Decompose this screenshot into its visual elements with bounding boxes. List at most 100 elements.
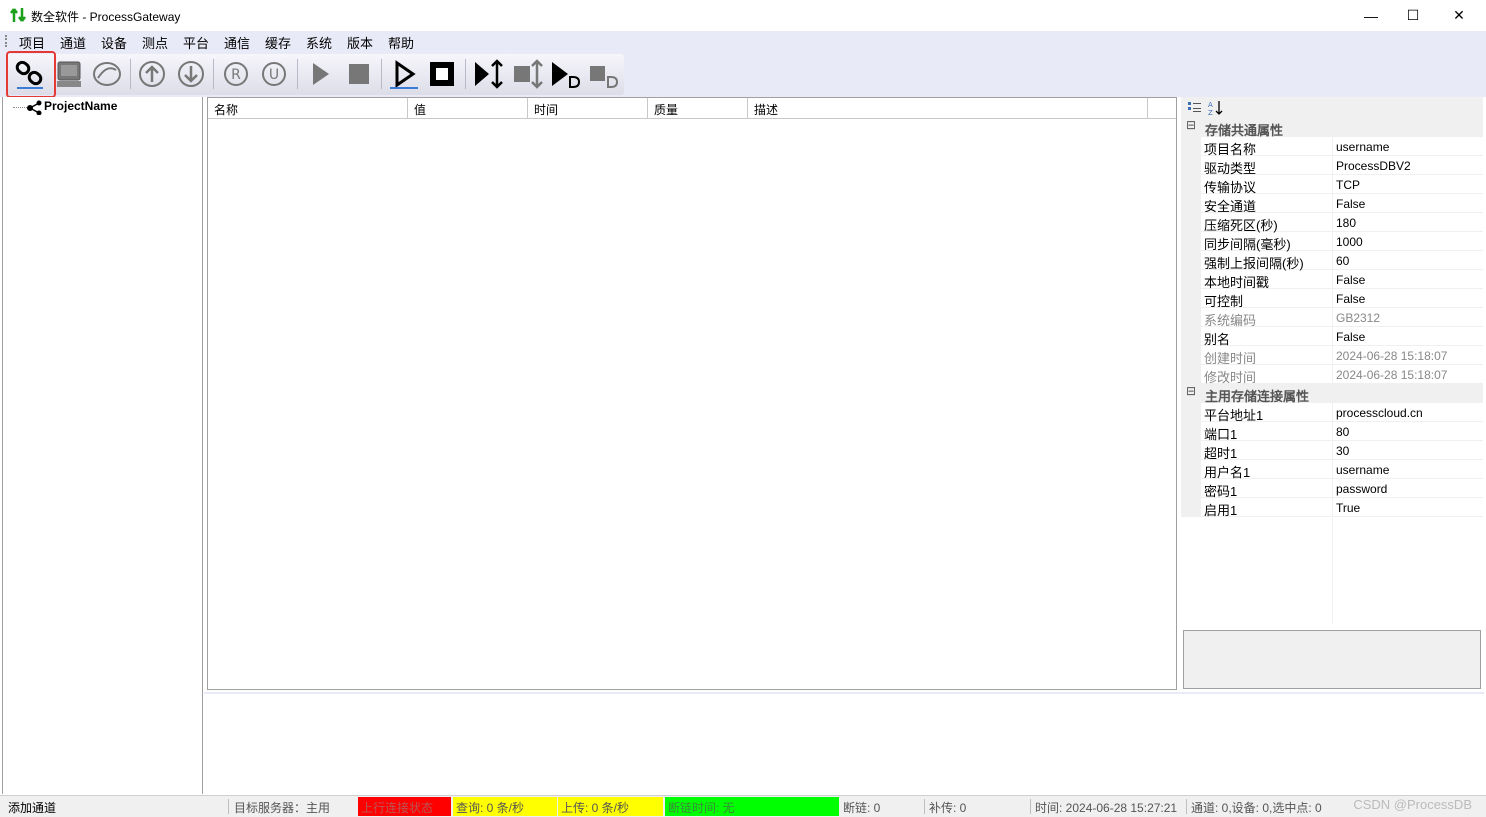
property-value[interactable]: False (1336, 292, 1365, 306)
menu-cache[interactable]: 缓存 (265, 33, 291, 52)
column-header-name[interactable]: 名称 (208, 98, 408, 119)
svg-text:R: R (231, 67, 241, 83)
menu-system[interactable]: 系统 (306, 33, 332, 52)
menu-help[interactable]: 帮助 (388, 33, 414, 52)
menu-device[interactable]: 设备 (101, 33, 127, 52)
property-row[interactable]: 用户名1 username (1181, 460, 1483, 480)
property-row[interactable]: 启用1 True (1181, 498, 1483, 518)
start-transfer-button[interactable] (470, 56, 506, 92)
property-row[interactable]: 可控制 False (1181, 289, 1483, 309)
maximize-button[interactable]: ☐ (1390, 0, 1436, 31)
property-value[interactable]: True (1336, 501, 1360, 515)
property-value[interactable]: TCP (1336, 178, 1360, 192)
play-transfer-icon (475, 59, 503, 89)
status-resend: 补传: 0 (929, 801, 967, 815)
stop-button[interactable] (424, 56, 460, 92)
property-value[interactable]: False (1336, 197, 1365, 211)
property-value[interactable]: 180 (1336, 216, 1356, 230)
property-value[interactable]: username (1336, 140, 1389, 154)
stop-gray-button[interactable] (341, 56, 377, 92)
property-row[interactable]: 强制上报间隔(秒) 60 (1181, 251, 1483, 271)
property-row[interactable]: 平台地址1 processcloud.cn (1181, 403, 1483, 423)
property-value[interactable]: 30 (1336, 444, 1349, 458)
property-row[interactable]: 同步间隔(毫秒) 1000 (1181, 232, 1483, 252)
status-divider (924, 799, 925, 814)
grid-header: 名称 值 时间 质量 描述 (208, 98, 1176, 119)
menu-communication[interactable]: 通信 (224, 33, 250, 52)
menu-grip (5, 35, 7, 47)
column-header-description[interactable]: 描述 (748, 98, 1148, 119)
highlight-box (6, 51, 56, 98)
property-row[interactable]: 压缩死区(秒) 180 (1181, 213, 1483, 233)
column-header-quality[interactable]: 质量 (648, 98, 748, 119)
category-storage-common[interactable]: ⊟ 存储共通属性 (1181, 118, 1483, 138)
status-bar: 添加通道 目标服务器：主用 上行连接状态 查询: 0 条/秒 上传: 0 条/秒… (0, 795, 1486, 817)
column-header-time[interactable]: 时间 (528, 98, 648, 119)
property-row[interactable]: 本地时间戳 False (1181, 270, 1483, 290)
property-value[interactable]: 1000 (1336, 235, 1363, 249)
minimize-button[interactable]: — (1348, 0, 1394, 31)
property-row[interactable]: 创建时间 2024-06-28 15:18:07 (1181, 346, 1483, 366)
stop-data-icon (590, 66, 619, 88)
property-row[interactable]: 修改时间 2024-06-28 15:18:07 (1181, 365, 1483, 385)
property-value[interactable]: password (1336, 482, 1387, 496)
property-value[interactable]: ProcessDBV2 (1336, 159, 1411, 173)
device-button[interactable] (51, 56, 87, 92)
upload-icon (139, 61, 165, 87)
property-value[interactable]: username (1336, 463, 1389, 477)
sync-icon (93, 62, 121, 86)
property-row[interactable]: 别名 False (1181, 327, 1483, 347)
window-title: 数全软件 - ProcessGateway (31, 10, 181, 24)
update-button[interactable]: U (256, 56, 292, 92)
property-row[interactable]: 密码1 password (1181, 479, 1483, 499)
menu-channel[interactable]: 通道 (60, 33, 86, 52)
stop-gray-icon (349, 64, 369, 84)
property-toolbar: A Z (1181, 97, 1483, 118)
status-time: 时间: 2024-06-28 15:27:21 (1035, 801, 1178, 815)
tree-item-project[interactable]: ProjectName (44, 99, 117, 113)
start-gray-button[interactable] (302, 56, 338, 92)
stop-transfer-button[interactable] (510, 56, 546, 92)
property-row[interactable]: 端口1 80 (1181, 422, 1483, 442)
start-button[interactable] (386, 56, 422, 92)
menu-project[interactable]: 项目 (19, 33, 45, 52)
start-data-button[interactable] (547, 56, 583, 92)
toolbar-separator (130, 59, 131, 89)
network-node-icon (27, 100, 42, 115)
app-logo-icon (10, 8, 26, 22)
log-panel (204, 692, 1484, 794)
property-row[interactable]: 驱动类型 ProcessDBV2 (1181, 156, 1483, 176)
category-primary-connection[interactable]: ⊟ 主用存储连接属性 (1181, 384, 1483, 404)
download-button[interactable] (173, 56, 209, 92)
categorized-icon[interactable] (1187, 100, 1202, 115)
collapse-icon[interactable]: ⊟ (1186, 385, 1197, 397)
property-row[interactable]: 超时1 30 (1181, 441, 1483, 461)
property-row[interactable]: 项目名称 username (1181, 137, 1483, 157)
property-value[interactable]: processcloud.cn (1336, 406, 1423, 420)
property-value[interactable]: 60 (1336, 254, 1349, 268)
property-value[interactable]: 80 (1336, 425, 1349, 439)
property-row[interactable]: 系统编码 GB2312 (1181, 308, 1483, 328)
property-row[interactable]: 安全通道 False (1181, 194, 1483, 214)
menu-version[interactable]: 版本 (347, 33, 373, 52)
close-button[interactable]: ✕ (1436, 0, 1482, 31)
menu-platform[interactable]: 平台 (183, 33, 209, 52)
status-divider (1186, 799, 1187, 814)
play-icon (390, 60, 418, 89)
property-row[interactable]: 传输协议 TCP (1181, 175, 1483, 195)
property-value[interactable]: False (1336, 273, 1365, 287)
stop-transfer-icon (514, 59, 543, 89)
property-description (1183, 630, 1481, 689)
property-value[interactable]: False (1336, 330, 1365, 344)
status-counts: 通道: 0,设备: 0,选中点: 0 (1191, 801, 1322, 815)
sync-button[interactable] (89, 56, 125, 92)
upload-button[interactable] (134, 56, 170, 92)
alphabetical-sort-icon[interactable]: A Z (1208, 99, 1224, 116)
column-header-value[interactable]: 值 (408, 98, 528, 119)
collapse-icon[interactable]: ⊟ (1186, 119, 1197, 131)
menu-point[interactable]: 测点 (142, 33, 168, 52)
status-divider (1030, 799, 1031, 814)
registered-button[interactable]: R (218, 56, 254, 92)
stop-data-button[interactable] (585, 56, 621, 92)
toolbar-separator (297, 59, 298, 89)
